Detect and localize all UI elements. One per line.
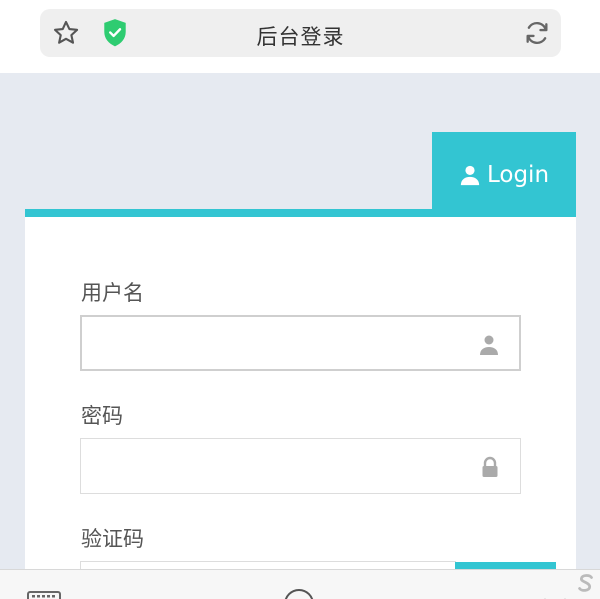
- user-icon: [479, 334, 499, 356]
- username-field[interactable]: [80, 315, 521, 371]
- user-icon: [460, 165, 480, 185]
- refresh-icon[interactable]: [523, 19, 551, 47]
- username-input[interactable]: [82, 317, 519, 369]
- login-tab-label: Login: [486, 161, 550, 188]
- username-label: 用户名: [81, 281, 144, 305]
- keyboard-icon[interactable]: [27, 588, 61, 599]
- lock-icon: [480, 456, 500, 478]
- address-bar[interactable]: 后台登录: [40, 9, 561, 57]
- password-input[interactable]: [81, 439, 520, 493]
- bottom-toolbar: [0, 569, 600, 599]
- browser-toolbar: 后台登录: [0, 0, 600, 73]
- password-field[interactable]: [80, 438, 521, 494]
- home-icon[interactable]: [282, 587, 316, 599]
- password-label: 密码: [81, 404, 123, 428]
- menu-icon[interactable]: [538, 592, 572, 599]
- page-title: 后台登录: [256, 25, 345, 49]
- captcha-label: 验证码: [81, 527, 144, 551]
- login-tab[interactable]: Login: [432, 132, 576, 217]
- sogou-logo-icon: [575, 572, 597, 598]
- login-card: 用户名 密码 验证码: [25, 217, 576, 599]
